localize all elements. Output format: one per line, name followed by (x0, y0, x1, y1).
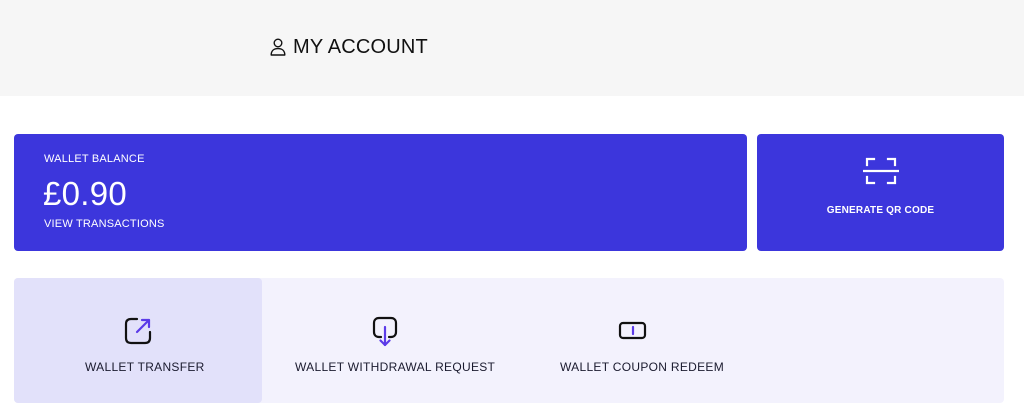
wallet-balance-amount: £0.90 (43, 175, 128, 212)
user-icon (270, 38, 286, 56)
wallet-transfer-label: WALLET TRANSFER (85, 360, 205, 374)
wallet-coupon-redeem-button[interactable]: WALLET COUPON REDEEM (540, 278, 790, 403)
wallet-balance-label: WALLET BALANCE (44, 153, 145, 165)
page-title: MY ACCOUNT (270, 34, 428, 60)
page-header: MY ACCOUNT (0, 0, 1024, 96)
withdraw-icon (371, 316, 401, 353)
wallet-transfer-button[interactable]: WALLET TRANSFER (14, 278, 262, 403)
generate-qr-code-button[interactable]: GENERATE QR CODE (757, 134, 1004, 251)
wallet-actions-panel: WALLET TRANSFER WALLET WITHDRAWAL REQUES… (14, 278, 1004, 403)
coupon-icon (618, 316, 648, 351)
view-transactions-link[interactable]: VIEW TRANSACTIONS (44, 218, 165, 230)
qr-scan-icon (862, 156, 900, 191)
wallet-coupon-redeem-label: WALLET COUPON REDEEM (560, 360, 725, 374)
wallet-withdrawal-request-label: WALLET WITHDRAWAL REQUEST (295, 360, 496, 374)
external-transfer-icon (123, 316, 153, 351)
page-title-text: MY ACCOUNT (293, 35, 428, 58)
wallet-balance-card: WALLET BALANCE £0.90 VIEW TRANSACTIONS (14, 134, 747, 251)
wallet-withdrawal-request-button[interactable]: WALLET WITHDRAWAL REQUEST (276, 278, 526, 403)
generate-qr-code-label: GENERATE QR CODE (826, 205, 935, 216)
